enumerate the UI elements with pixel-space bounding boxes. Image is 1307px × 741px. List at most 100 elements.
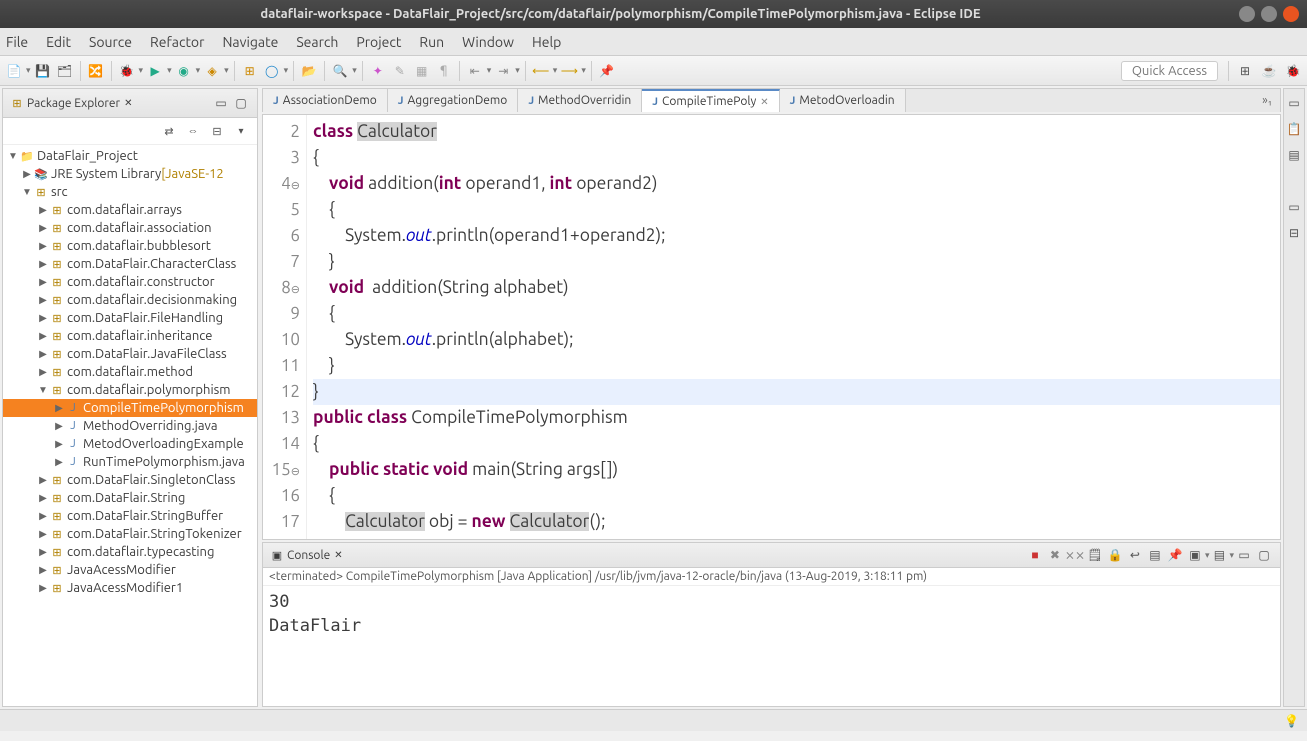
editor-tab[interactable]: JAggregationDemo	[388, 89, 519, 112]
close-icon[interactable]	[1283, 6, 1299, 22]
code-area[interactable]: class Calculator{ void addition(int oper…	[307, 115, 1280, 539]
package-tree[interactable]: ▼📁DataFlair_Project ▶📚JRE System Library…	[3, 145, 257, 706]
debug-perspective-icon[interactable]: 🐞	[1283, 61, 1303, 81]
quick-access[interactable]: Quick Access	[1121, 61, 1218, 81]
remove-launch-icon[interactable]: ✖	[1045, 545, 1065, 565]
menu-edit[interactable]: Edit	[46, 34, 71, 50]
restore2-icon[interactable]: ▭	[1284, 197, 1304, 217]
editor-tab[interactable]: JCompileTimePoly ✕	[642, 89, 779, 112]
console-max-icon[interactable]: ▢	[1254, 545, 1274, 565]
switch-icon[interactable]: 🔀	[86, 61, 106, 81]
java-file-node[interactable]: ▶JRunTimePolymorphism.java	[3, 453, 257, 471]
link-editor-icon[interactable]: ⇔	[183, 121, 203, 141]
package-node[interactable]: ▶⊞com.dataflair.inheritance	[3, 327, 257, 345]
package-node[interactable]: ▶⊞com.DataFlair.JavaFileClass	[3, 345, 257, 363]
code-editor[interactable]: 234⊖5678⊖9101112131415⊖1617 class Calcul…	[262, 114, 1281, 540]
view-menu-icon[interactable]: ▾	[231, 121, 251, 141]
search-icon[interactable]: 🔍	[330, 61, 350, 81]
package-node[interactable]: ▶⊞com.DataFlair.StringBuffer	[3, 507, 257, 525]
scroll-lock-icon[interactable]: 🔒	[1105, 545, 1125, 565]
menu-file[interactable]: File	[6, 34, 28, 50]
debug-icon[interactable]: 🐞	[117, 61, 137, 81]
package-node[interactable]: ▶⊞com.dataflair.typecasting	[3, 543, 257, 561]
save-icon[interactable]: 💾	[33, 61, 53, 81]
package-node[interactable]: ▶⊞com.DataFlair.SingletonClass	[3, 471, 257, 489]
maximize-icon[interactable]	[1261, 6, 1277, 22]
run-icon[interactable]: ▶	[145, 61, 165, 81]
jre-node[interactable]: ▶📚JRE System Library [JavaSE-12	[3, 165, 257, 183]
menu-source[interactable]: Source	[89, 34, 132, 50]
toggle-ws-icon[interactable]: ¶	[434, 61, 454, 81]
terminate-icon[interactable]: ■	[1025, 545, 1045, 565]
show-console-icon[interactable]: ▤	[1145, 545, 1165, 565]
run-last-icon[interactable]: ◈	[202, 61, 222, 81]
package-node[interactable]: ▶⊞com.dataflair.arrays	[3, 201, 257, 219]
package-node[interactable]: ▶⊞com.dataflair.bubblesort	[3, 237, 257, 255]
tasklist-icon[interactable]: 📋	[1284, 119, 1304, 139]
editor-tab[interactable]: JMetodOverloadin	[780, 89, 906, 112]
display-selected-icon[interactable]: ▣	[1185, 545, 1205, 565]
package-node[interactable]: ▶⊞JavaAcessModifier	[3, 561, 257, 579]
more-tabs[interactable]: »₁	[1254, 94, 1280, 107]
wand-icon[interactable]: ✦	[368, 61, 388, 81]
back-icon[interactable]: ⟵	[531, 61, 551, 81]
pin-console-icon[interactable]: 📌	[1165, 545, 1185, 565]
java-file-node[interactable]: ▶JCompileTimePolymorphism	[3, 399, 257, 417]
console-min-icon[interactable]: ▭	[1234, 545, 1254, 565]
package-node[interactable]: ▶⊞com.dataflair.decisionmaking	[3, 291, 257, 309]
toggle-mark-icon[interactable]: ✎	[390, 61, 410, 81]
menu-navigate[interactable]: Navigate	[222, 34, 278, 50]
package-node[interactable]: ▶⊞JavaAcessModifier1	[3, 579, 257, 597]
package-node[interactable]: ▶⊞com.dataflair.constructor	[3, 273, 257, 291]
clear-console-icon[interactable]: 🗒	[1085, 545, 1105, 565]
tab-close-icon[interactable]: ✕	[760, 96, 768, 108]
new-pkg-icon[interactable]: ⊞	[240, 61, 260, 81]
package-node[interactable]: ▶⊞com.dataflair.association	[3, 219, 257, 237]
open-console-icon[interactable]: ▤	[1209, 545, 1229, 565]
collapse-all-icon[interactable]: ⇄	[159, 121, 179, 141]
menu-run[interactable]: Run	[419, 34, 444, 50]
outline-trim-icon[interactable]: ▤	[1284, 145, 1304, 165]
console-output[interactable]: 30 DataFlair	[263, 586, 1280, 706]
coverage-icon[interactable]: ◉	[174, 61, 194, 81]
menu-refactor[interactable]: Refactor	[150, 34, 204, 50]
ann-next-icon[interactable]: ⇥	[493, 61, 513, 81]
minimize-icon[interactable]	[1239, 6, 1255, 22]
editor-tab[interactable]: JMethodOverridin	[518, 89, 642, 112]
package-open[interactable]: ▼⊞com.dataflair.polymorphism	[3, 381, 257, 399]
restore-icon[interactable]: ▭	[1284, 93, 1304, 113]
new-icon[interactable]: 📄	[4, 61, 24, 81]
package-node[interactable]: ▶⊞com.DataFlair.String	[3, 489, 257, 507]
src-node[interactable]: ▼⊞src	[3, 183, 257, 201]
java-file-node[interactable]: ▶JMetodOverloadingExample	[3, 435, 257, 453]
menu-help[interactable]: Help	[532, 34, 561, 50]
package-node[interactable]: ▶⊞com.DataFlair.StringTokenizer	[3, 525, 257, 543]
menu-window[interactable]: Window	[462, 34, 514, 50]
focus-icon[interactable]: ⊟	[207, 121, 227, 141]
editor-tab[interactable]: JAssociationDemo	[263, 89, 388, 112]
toggle-block-icon[interactable]: ▦	[412, 61, 432, 81]
open-type-icon[interactable]: 📂	[299, 61, 319, 81]
open-perspective-icon[interactable]: ⊞	[1235, 61, 1255, 81]
java-file-node[interactable]: ▶JMethodOverriding.java	[3, 417, 257, 435]
package-node[interactable]: ▶⊞com.DataFlair.FileHandling	[3, 309, 257, 327]
project-node[interactable]: ▼📁DataFlair_Project	[3, 147, 257, 165]
new-class-icon[interactable]: ◯	[262, 61, 282, 81]
ann-prev-icon[interactable]: ⇤	[465, 61, 485, 81]
tip-icon[interactable]: 💡	[1284, 714, 1299, 728]
save-all-icon[interactable]: 🗂	[55, 61, 75, 81]
package-node[interactable]: ▶⊞com.DataFlair.CharacterClass	[3, 255, 257, 273]
word-wrap-icon[interactable]: ↩	[1125, 545, 1145, 565]
remove-all-icon[interactable]: ⨯⨯	[1065, 545, 1085, 565]
view-maximize-icon[interactable]: ▢	[231, 93, 251, 113]
package-node[interactable]: ▶⊞com.dataflair.method	[3, 363, 257, 381]
view-minimize-icon[interactable]: ▭	[211, 93, 231, 113]
forward-icon[interactable]: ⟶	[559, 61, 579, 81]
menu-search[interactable]: Search	[296, 34, 338, 50]
outline-icon[interactable]: ⊟	[1284, 223, 1304, 243]
tab-close-icon[interactable]: ✕	[124, 97, 132, 109]
java-perspective-icon[interactable]: ☕	[1259, 61, 1279, 81]
pin-icon[interactable]: 📌	[597, 61, 617, 81]
console-close-icon[interactable]: ✕	[334, 549, 342, 561]
menu-project[interactable]: Project	[356, 34, 401, 50]
